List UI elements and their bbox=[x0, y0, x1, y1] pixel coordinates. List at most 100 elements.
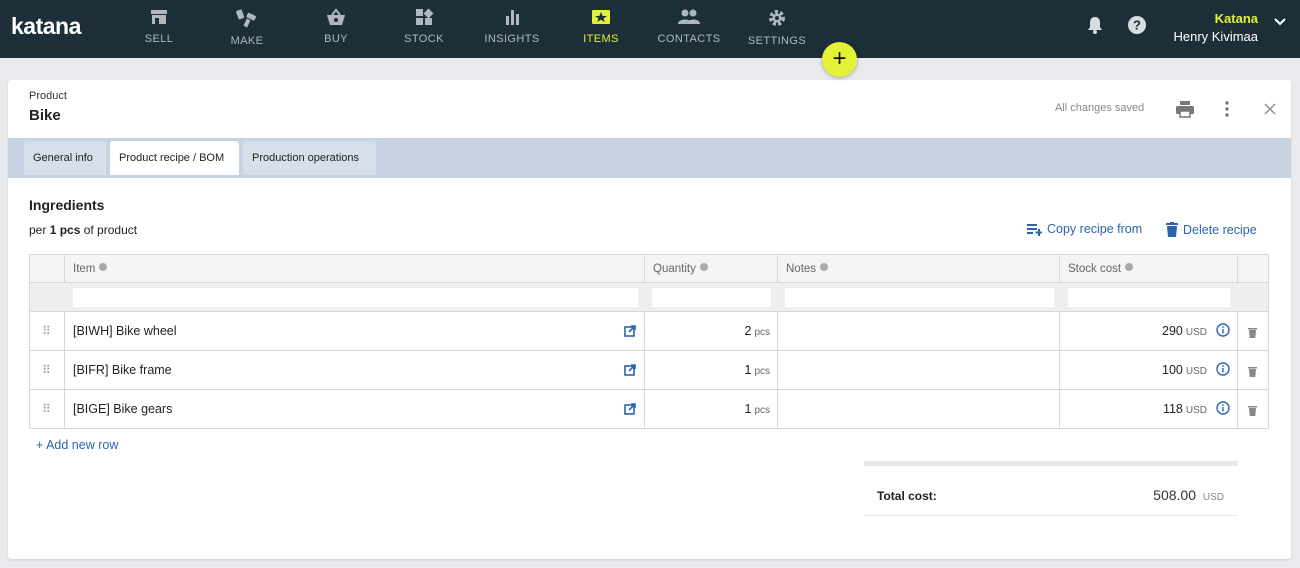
info-icon[interactable] bbox=[820, 263, 829, 271]
stock-cost-value: 290 bbox=[1162, 324, 1183, 338]
quick-add-button[interactable]: + bbox=[822, 42, 857, 77]
nav-contacts[interactable]: CONTACTS bbox=[644, 6, 734, 52]
tools-icon bbox=[236, 9, 257, 28]
quantity-column-header[interactable]: Quantity bbox=[645, 255, 778, 283]
tab-general-info[interactable]: General info bbox=[24, 141, 106, 175]
nav-make[interactable]: MAKE bbox=[202, 6, 292, 52]
open-external-icon[interactable] bbox=[624, 364, 636, 376]
notes-cell[interactable] bbox=[778, 390, 1060, 428]
quantity-unit: pcs bbox=[754, 327, 770, 338]
tab-product-recipe[interactable]: Product recipe / BOM bbox=[110, 141, 239, 175]
info-circle-icon[interactable] bbox=[1216, 401, 1230, 415]
ingredients-table: Item Quantity Notes Stock cost ⠿ [BIWH] … bbox=[29, 254, 1269, 429]
item-filter-input[interactable] bbox=[73, 288, 638, 307]
trash-icon bbox=[1166, 222, 1178, 237]
shop-icon bbox=[151, 10, 167, 24]
delete-recipe-button[interactable]: Delete recipe bbox=[1166, 222, 1257, 237]
account-menu[interactable]: Katana Henry Kivimaa bbox=[1173, 11, 1258, 44]
table-row[interactable]: ⠿ [BIFR] Bike frame 1 pcs 100 USD bbox=[30, 351, 1268, 390]
info-icon[interactable] bbox=[99, 263, 108, 271]
total-cost-label: Total cost: bbox=[877, 489, 937, 503]
top-nav-bar: katana SELL MAKE BUY STOCK INSIGHTS ITEM… bbox=[0, 0, 1300, 58]
table-row[interactable]: ⠿ [BIWH] Bike wheel 2 pcs 290 USD bbox=[30, 312, 1268, 351]
more-options-icon[interactable] bbox=[1224, 100, 1230, 118]
filter-row bbox=[30, 283, 1268, 312]
add-new-row-button[interactable]: + Add new row bbox=[36, 438, 118, 452]
item-column-header[interactable]: Item bbox=[65, 255, 645, 283]
per-suffix: of product bbox=[80, 223, 138, 237]
drag-handle-icon[interactable]: ⠿ bbox=[30, 312, 65, 350]
people-icon bbox=[678, 9, 700, 24]
quantity-value: 2 bbox=[744, 324, 752, 338]
page-title: Bike bbox=[29, 107, 61, 124]
info-icon[interactable] bbox=[699, 263, 708, 271]
notes-cell[interactable] bbox=[778, 312, 1060, 350]
chevron-down-icon[interactable] bbox=[1274, 18, 1286, 26]
nav-sell[interactable]: SELL bbox=[114, 6, 204, 52]
copy-recipe-label: Copy recipe from bbox=[1047, 222, 1143, 236]
per-quantity-text: per 1 pcs of product bbox=[29, 223, 137, 237]
nav-buy-label: BUY bbox=[324, 33, 348, 45]
item-cell[interactable]: [BIFR] Bike frame bbox=[65, 351, 645, 389]
print-icon[interactable] bbox=[1175, 100, 1195, 118]
drag-handle-icon[interactable]: ⠿ bbox=[30, 351, 65, 389]
total-cost-value: 508.00 USD bbox=[1153, 487, 1224, 503]
quantity-cell[interactable]: 1 pcs bbox=[645, 390, 778, 428]
info-circle-icon[interactable] bbox=[1216, 323, 1230, 337]
quantity-filter-input[interactable] bbox=[652, 288, 771, 307]
open-external-icon[interactable] bbox=[624, 325, 636, 337]
nav-stock[interactable]: STOCK bbox=[379, 6, 469, 52]
stock-cost-unit: USD bbox=[1185, 366, 1207, 377]
nav-items[interactable]: ITEMS bbox=[556, 6, 646, 52]
notes-filter-input[interactable] bbox=[785, 288, 1054, 307]
total-cost-unit: USD bbox=[1202, 492, 1224, 503]
bar-chart-icon bbox=[506, 10, 519, 25]
delete-row-icon[interactable] bbox=[1248, 327, 1257, 338]
item-cell[interactable]: [BIGE] Bike gears bbox=[65, 390, 645, 428]
total-cost-summary: Total cost: 508.00 USD bbox=[864, 461, 1238, 516]
nav-insights[interactable]: INSIGHTS bbox=[467, 6, 557, 52]
actions-column-header bbox=[1238, 255, 1268, 283]
drag-handle-icon[interactable]: ⠿ bbox=[30, 390, 65, 428]
info-icon[interactable] bbox=[1125, 263, 1134, 271]
help-icon[interactable]: ? bbox=[1128, 16, 1146, 34]
nav-buy[interactable]: BUY bbox=[291, 6, 381, 52]
item-name: [BIGE] Bike gears bbox=[73, 402, 173, 416]
item-cell[interactable]: [BIWH] Bike wheel bbox=[65, 312, 645, 350]
katana-logo[interactable]: katana bbox=[11, 13, 81, 40]
bell-icon[interactable] bbox=[1087, 16, 1103, 34]
playlist-add-icon bbox=[1027, 223, 1042, 236]
quantity-cell[interactable]: 1 pcs bbox=[645, 351, 778, 389]
nav-settings[interactable]: SETTINGS bbox=[732, 6, 822, 52]
delete-row-icon[interactable] bbox=[1248, 366, 1257, 377]
copy-recipe-button[interactable]: Copy recipe from bbox=[1027, 222, 1142, 236]
item-header-label: Item bbox=[73, 263, 96, 275]
delete-row-icon[interactable] bbox=[1248, 405, 1257, 416]
per-prefix: per bbox=[29, 223, 50, 237]
notes-column-header[interactable]: Notes bbox=[778, 255, 1060, 283]
stock-cost-column-header[interactable]: Stock cost bbox=[1060, 255, 1238, 283]
notes-cell[interactable] bbox=[778, 351, 1060, 389]
nav-contacts-label: CONTACTS bbox=[657, 33, 721, 45]
company-name: Katana bbox=[1214, 11, 1258, 26]
quantity-cell[interactable]: 2 pcs bbox=[645, 312, 778, 350]
stock-cost-unit: USD bbox=[1185, 327, 1207, 338]
stock-cost-cell: 290 USD bbox=[1060, 312, 1238, 350]
quantity-unit: pcs bbox=[754, 405, 770, 416]
open-external-icon[interactable] bbox=[624, 403, 636, 415]
info-circle-icon[interactable] bbox=[1216, 362, 1230, 376]
stock-cost-cell: 118 USD bbox=[1060, 390, 1238, 428]
nav-settings-label: SETTINGS bbox=[747, 35, 807, 47]
close-icon[interactable] bbox=[1264, 103, 1276, 115]
table-row[interactable]: ⠿ [BIGE] Bike gears 1 pcs 118 USD bbox=[30, 390, 1268, 429]
page-eyebrow: Product bbox=[29, 90, 67, 102]
save-status: All changes saved bbox=[1055, 102, 1145, 114]
per-quantity[interactable]: 1 pcs bbox=[50, 223, 81, 237]
nav-stock-label: STOCK bbox=[404, 33, 444, 45]
stock-cost-header-label: Stock cost bbox=[1068, 263, 1122, 275]
user-name: Henry Kivimaa bbox=[1173, 29, 1258, 44]
gear-icon bbox=[769, 10, 785, 26]
drag-column-header bbox=[30, 255, 65, 283]
stock-cost-filter-input[interactable] bbox=[1068, 288, 1230, 307]
tab-production-operations[interactable]: Production operations bbox=[243, 141, 376, 175]
